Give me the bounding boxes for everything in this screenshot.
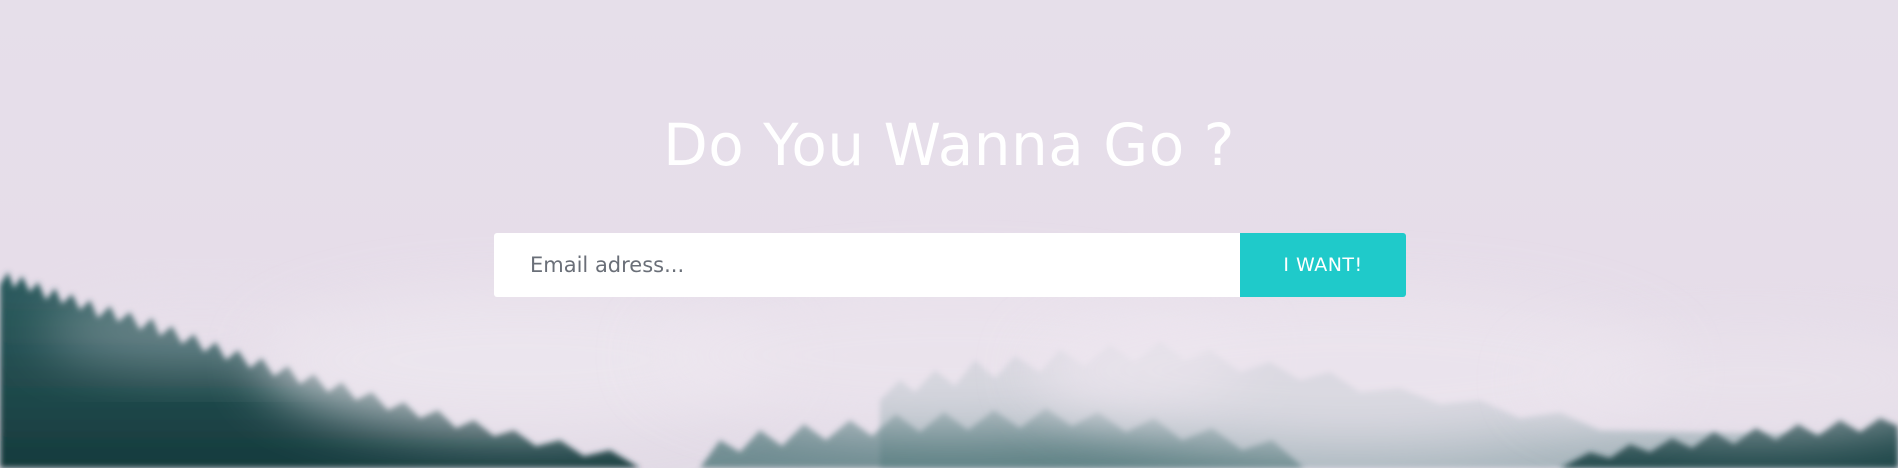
hero-title: Do You Wanna Go ? [663, 111, 1235, 179]
email-input[interactable] [494, 233, 1240, 297]
hero-section: Do You Wanna Go ? I WANT! [0, 0, 1898, 468]
signup-form: I WANT! [494, 233, 1406, 297]
hero-content: Do You Wanna Go ? I WANT! [0, 0, 1898, 468]
i-want-button[interactable]: I WANT! [1240, 233, 1406, 297]
